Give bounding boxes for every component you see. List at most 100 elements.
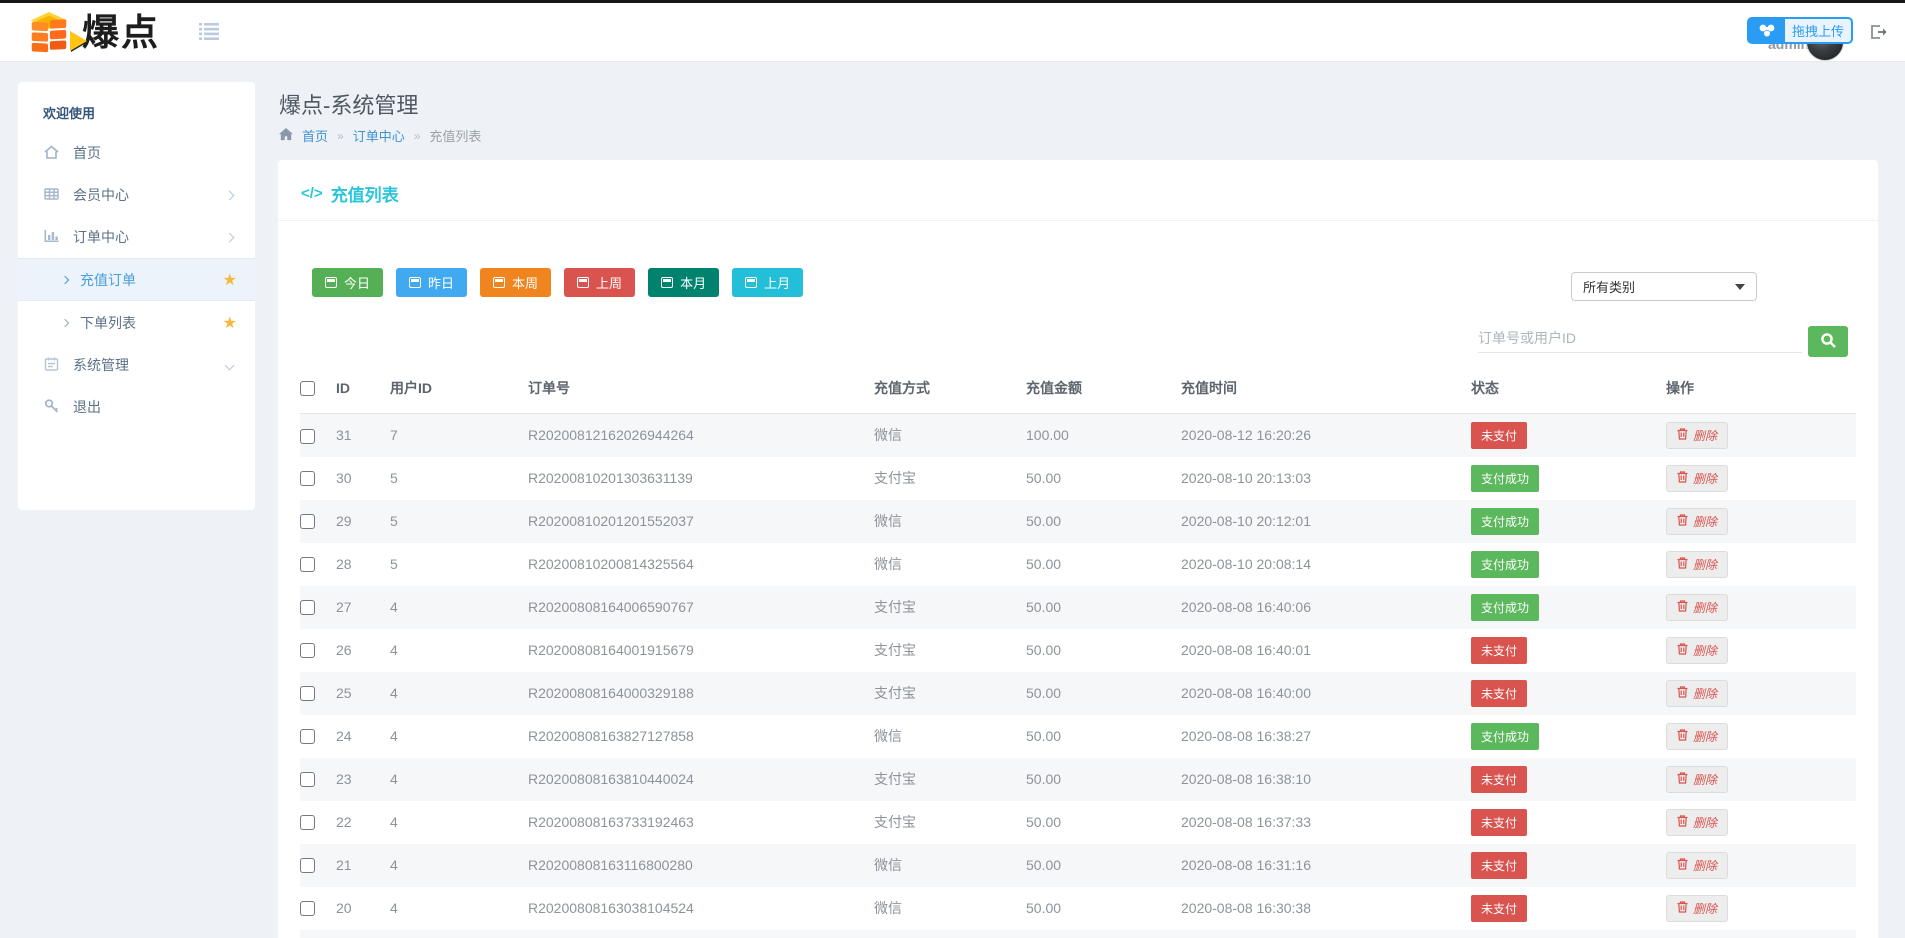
delete-button[interactable]: 删除 [1666, 594, 1728, 621]
trash-icon [1677, 729, 1688, 744]
home-icon [43, 144, 60, 163]
row-checkbox[interactable] [300, 600, 315, 615]
code-icon: </> [301, 185, 323, 202]
delete-button-label: 删除 [1693, 513, 1717, 530]
cell-user-id: 5 [390, 500, 528, 543]
divider [278, 220, 1878, 221]
drag-upload-widget[interactable]: 拖拽上传 [1747, 17, 1853, 44]
calendar-icon [577, 277, 589, 288]
row-checkbox[interactable] [300, 471, 315, 486]
search-input[interactable] [1478, 323, 1802, 353]
filter-today-button[interactable]: 今日 [312, 268, 383, 297]
cell-time: 2020-08-08 16:38:10 [1181, 758, 1471, 801]
home-icon [279, 128, 293, 144]
table-body: 31 7 R20200812162026944264 微信 100.00 202… [300, 414, 1856, 938]
sidebar-item-logout[interactable]: 退出 [18, 386, 255, 428]
breadcrumb-order-center-link[interactable]: 订单中心 [353, 126, 405, 145]
cell-method: 微信 [874, 715, 1026, 758]
delete-button[interactable]: 删除 [1666, 465, 1728, 492]
cell-amount: 50.00 [1026, 844, 1181, 887]
row-checkbox[interactable] [300, 514, 315, 529]
app-logo[interactable]: 爆点 [26, 8, 160, 57]
cell-user-id: 4 [390, 887, 528, 930]
trash-icon [1677, 600, 1688, 615]
table-row: 21 4 R20200808163116800280 微信 50.00 2020… [300, 844, 1856, 887]
sidebar-item-order-center[interactable]: 订单中心 [18, 216, 255, 258]
row-checkbox[interactable] [300, 815, 315, 830]
cell-user-id: 4 [390, 930, 528, 938]
cell-id: 25 [336, 672, 390, 715]
chevron-down-icon [225, 360, 235, 370]
date-filter-group: 今日 昨日 本周 上周 本月 上月 [312, 268, 803, 297]
panel-header: </> 充值列表 [301, 181, 399, 206]
sidebar-item-home[interactable]: 首页 [18, 132, 255, 174]
category-select[interactable]: 所有类别 [1571, 272, 1757, 301]
filter-yesterday-button[interactable]: 昨日 [396, 268, 467, 297]
cell-user-id: 4 [390, 629, 528, 672]
row-checkbox[interactable] [300, 429, 315, 444]
filter-last-week-button[interactable]: 上周 [564, 268, 635, 297]
cloud-share-icon [1749, 19, 1785, 42]
search-button[interactable] [1808, 326, 1848, 357]
table-row: 19 4 R20200808162936377159 微信 50.00 2020… [300, 930, 1856, 938]
delete-button[interactable]: 删除 [1666, 508, 1728, 535]
status-badge: 支付成功 [1471, 465, 1539, 492]
col-header-action: 操作 [1666, 366, 1856, 414]
calendar-icon [661, 277, 673, 288]
play-triangle-icon [70, 31, 87, 51]
sidebar-item-member-center[interactable]: 会员中心 [18, 174, 255, 216]
category-select-value: 所有类别 [1583, 277, 1635, 296]
row-checkbox[interactable] [300, 772, 315, 787]
cell-id: 20 [336, 887, 390, 930]
cell-time: 2020-08-08 16:31:16 [1181, 844, 1471, 887]
row-checkbox[interactable] [300, 686, 315, 701]
logout-icon[interactable] [1869, 23, 1888, 44]
status-badge: 未支付 [1471, 766, 1527, 793]
table-row: 26 4 R20200808164001915679 支付宝 50.00 202… [300, 629, 1856, 672]
calendar-icon [745, 277, 757, 288]
topbar: 爆点 admin 拖拽上传 [0, 0, 1905, 62]
chevron-right-icon [225, 190, 235, 200]
cell-order-no: R20200808164000329188 [528, 672, 874, 715]
delete-button[interactable]: 删除 [1666, 723, 1728, 750]
status-badge: 未支付 [1471, 680, 1527, 707]
breadcrumb-home-link[interactable]: 首页 [302, 126, 328, 145]
cell-method: 微信 [874, 887, 1026, 930]
col-header-amount: 充值金额 [1026, 366, 1181, 414]
trash-icon [1677, 901, 1688, 916]
delete-button[interactable]: 删除 [1666, 680, 1728, 707]
table-row: 30 5 R20200810201303631139 支付宝 50.00 202… [300, 457, 1856, 500]
filter-this-week-button[interactable]: 本周 [480, 268, 551, 297]
row-checkbox[interactable] [300, 643, 315, 658]
row-checkbox[interactable] [300, 858, 315, 873]
cell-method: 微信 [874, 500, 1026, 543]
sidebar-toggle-list-icon[interactable] [199, 23, 219, 43]
delete-button[interactable]: 删除 [1666, 766, 1728, 793]
delete-button-label: 删除 [1693, 814, 1717, 831]
chevron-right-icon [225, 232, 235, 242]
delete-button[interactable]: 删除 [1666, 895, 1728, 922]
sidebar-welcome-label: 欢迎使用 [18, 82, 255, 132]
col-header-user-id: 用户ID [390, 366, 528, 414]
cell-amount: 50.00 [1026, 586, 1181, 629]
row-checkbox[interactable] [300, 901, 315, 916]
sidebar-item-system-management[interactable]: 系统管理 [18, 344, 255, 386]
sidebar-item-order-list[interactable]: 下单列表 ★ [18, 301, 255, 344]
delete-button[interactable]: 删除 [1666, 852, 1728, 879]
delete-button[interactable]: 删除 [1666, 809, 1728, 836]
filter-last-month-button[interactable]: 上月 [732, 268, 803, 297]
delete-button-label: 删除 [1693, 599, 1717, 616]
row-checkbox[interactable] [300, 729, 315, 744]
trash-icon [1677, 643, 1688, 658]
select-all-checkbox[interactable] [300, 381, 315, 396]
filter-this-month-button[interactable]: 本月 [648, 268, 719, 297]
panel-title: 充值列表 [331, 181, 399, 206]
sidebar-item-recharge-orders[interactable]: 充值订单 ★ [18, 258, 255, 301]
delete-button[interactable]: 删除 [1666, 422, 1728, 449]
row-checkbox[interactable] [300, 557, 315, 572]
trash-icon [1677, 686, 1688, 701]
logo-cube-icon [26, 8, 72, 57]
delete-button[interactable]: 删除 [1666, 551, 1728, 578]
delete-button-label: 删除 [1693, 771, 1717, 788]
delete-button[interactable]: 删除 [1666, 637, 1728, 664]
